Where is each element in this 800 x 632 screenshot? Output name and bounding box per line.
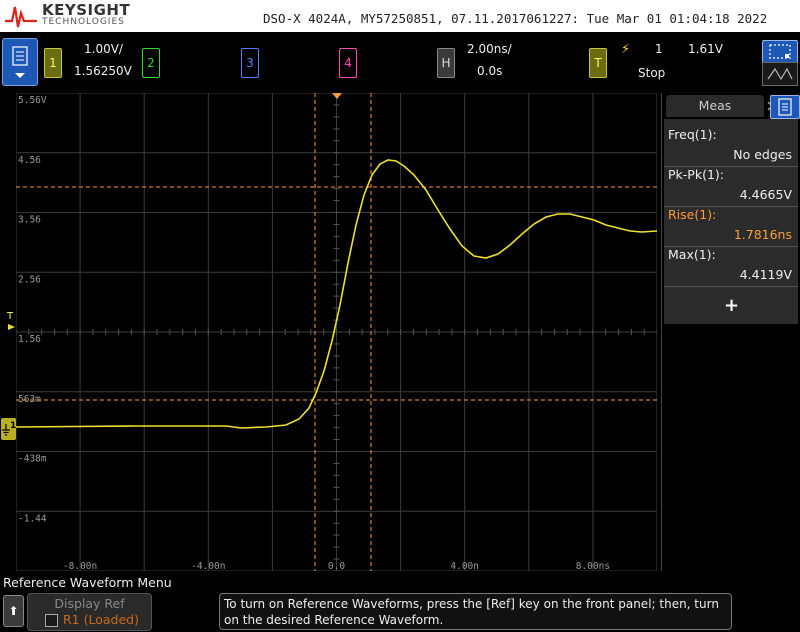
- meas-value-pkpk: 4.4665V: [739, 187, 792, 202]
- title-bar: KEYSIGHT TECHNOLOGIES DSO-X 4024A, MY572…: [0, 0, 800, 32]
- waveform-icon: [767, 67, 793, 81]
- x-axis-label: -8.00n: [63, 561, 97, 571]
- y-axis-label: -438m: [18, 454, 47, 465]
- trigger-source: 1: [655, 42, 663, 56]
- y-axis-label: 2.56: [18, 274, 41, 285]
- back-up-button[interactable]: ⬆: [3, 595, 24, 627]
- menu-title: Reference Waveform Menu: [3, 575, 172, 590]
- meas-value-rise: 1.7816ns: [733, 227, 792, 242]
- trigger-level-marker[interactable]: T: [7, 311, 17, 330]
- meas-settings-button[interactable]: [770, 95, 800, 119]
- waveform-display[interactable]: 5.56V 4.56 3.56 2.56 1.56 563m -438m -1.44 -8.00…: [16, 93, 657, 571]
- y-axis-label: 4.56: [18, 155, 41, 166]
- ch1-scale: 1.00V/: [84, 42, 123, 56]
- meas-label-rise[interactable]: Rise(1):: [668, 207, 716, 222]
- softkey-value: R1 (Loaded): [63, 612, 139, 627]
- x-axis-label: -4.00n: [191, 561, 225, 571]
- instrument-info: DSO-X 4024A, MY57250851, 07.11.201706122…: [263, 11, 768, 26]
- waveform-mode-button[interactable]: [762, 62, 798, 86]
- keysight-logo-icon: [5, 6, 37, 28]
- channel-3-button[interactable]: 3: [241, 48, 259, 78]
- time-per-div: 2.00ns/: [467, 42, 512, 56]
- main-menu-button[interactable]: [2, 38, 38, 86]
- meas-label-pkpk[interactable]: Pk-Pk(1):: [668, 167, 724, 182]
- x-axis-label: 4.00n: [450, 561, 479, 571]
- ch1-offset: 1.56250V: [74, 64, 132, 78]
- display-ref-softkey[interactable]: Display Ref R1 (Loaded): [27, 593, 152, 631]
- meas-label-freq[interactable]: Freq(1):: [668, 127, 717, 142]
- y-axis-label: 1.56: [18, 334, 41, 345]
- trigger-level: 1.61V: [688, 42, 723, 56]
- channel-4-button[interactable]: 4: [339, 48, 357, 78]
- ch1-ground-marker[interactable]: 1: [1, 418, 16, 440]
- meas-label-max[interactable]: Max(1):: [668, 247, 716, 262]
- info-message-box: To turn on Reference Waveforms, press th…: [219, 593, 732, 630]
- info-message: To turn on Reference Waveforms, press th…: [224, 597, 719, 627]
- display-ref-checkbox[interactable]: [45, 614, 58, 627]
- meas-list: Freq(1): No edges Pk-Pk(1): 4.4665V Rise…: [664, 119, 798, 324]
- channel-1-button[interactable]: 1: [44, 48, 62, 78]
- time-delay: 0.0s: [477, 64, 503, 78]
- rising-edge-icon: ⚡: [621, 42, 631, 57]
- add-measurement-button[interactable]: +: [724, 295, 739, 316]
- y-axis-label: 5.56V: [18, 95, 47, 106]
- meas-value-freq: No edges: [733, 147, 792, 162]
- x-axis-label: 0.0: [328, 561, 345, 571]
- y-axis-label: 563m: [18, 394, 41, 405]
- y-axis-label: -1.44: [18, 513, 47, 524]
- meas-tab[interactable]: Meas: [666, 95, 764, 117]
- trigger-button[interactable]: T: [589, 48, 607, 78]
- list-icon: [778, 98, 792, 116]
- horizontal-button[interactable]: H: [437, 48, 455, 78]
- trigger-position-marker: [332, 93, 342, 99]
- run-status: Stop: [638, 66, 666, 80]
- meas-value-max: 4.4119V: [739, 267, 792, 282]
- channel-2-button[interactable]: 2: [142, 48, 160, 78]
- zoom-box-icon: [769, 44, 791, 59]
- up-arrow-icon: ⬆: [8, 604, 19, 618]
- y-axis-label: 3.56: [18, 215, 41, 226]
- brand-subtitle: TECHNOLOGIES: [42, 17, 125, 27]
- softkey-label: Display Ref: [54, 596, 125, 611]
- x-axis-label: 8.00ns: [576, 561, 610, 571]
- meas-divider: [664, 286, 798, 287]
- menu-list-icon: [12, 46, 28, 78]
- measurements-panel: Meas Freq(1): No edges Pk-Pk(1): 4.4665V…: [661, 93, 800, 571]
